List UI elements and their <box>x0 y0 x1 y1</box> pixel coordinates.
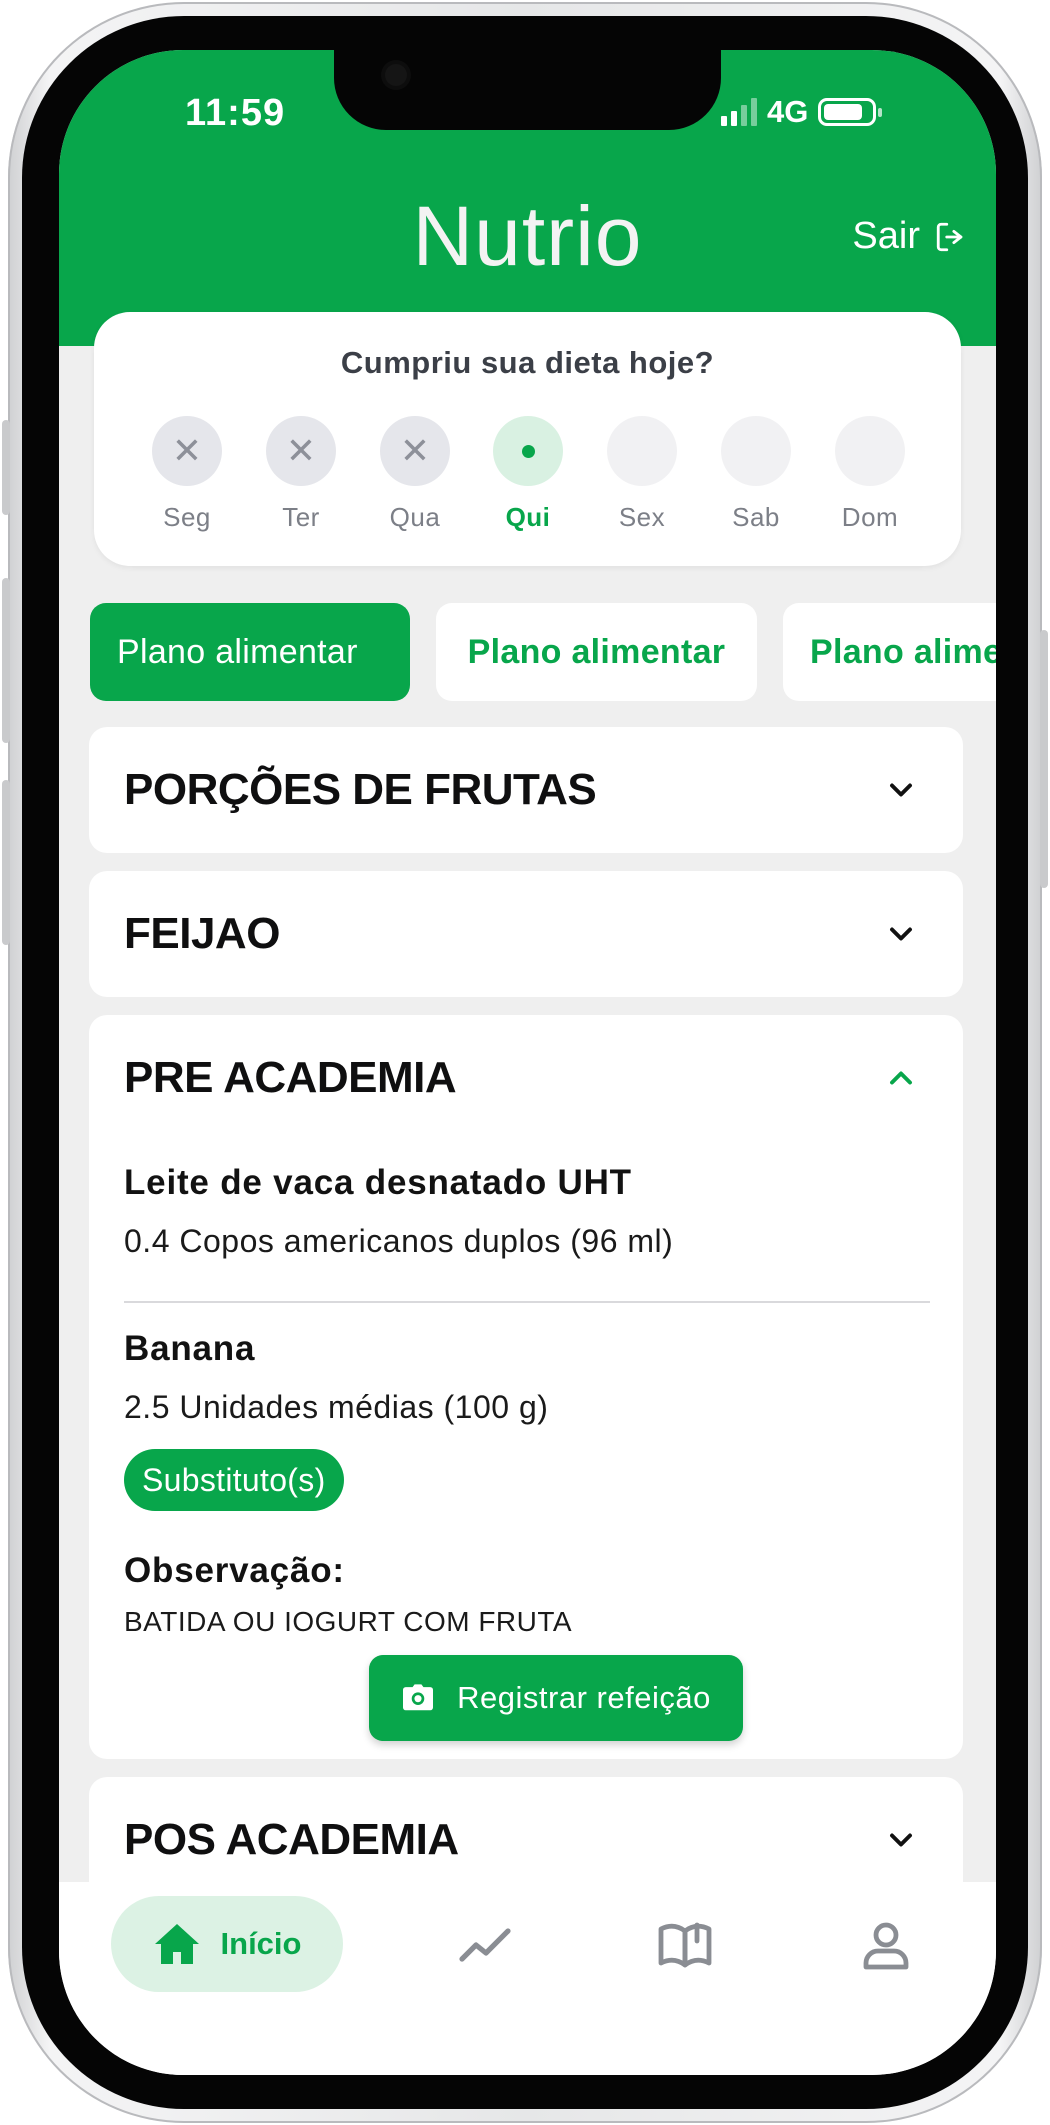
profile-icon[interactable] <box>858 1920 914 1970</box>
nav-home-label: Início <box>220 1926 302 1961</box>
section-title: PORÇÕES DE FRUTAS <box>124 765 597 814</box>
day-label: Sab <box>732 502 780 532</box>
missed-x-icon: ✕ <box>380 416 450 486</box>
substitutes-button[interactable]: Substituto(s) <box>124 1449 344 1511</box>
network-type: 4G <box>767 94 809 129</box>
nav-home[interactable]: Início <box>111 1896 343 1992</box>
section-title: FEIJAO <box>124 909 280 958</box>
front-camera <box>385 64 407 86</box>
meal-section-pre-academia: PRE ACADEMIA Leite de vaca desnatado UHT… <box>89 1015 963 1759</box>
day-label: Qui <box>505 502 551 532</box>
phone-side-button <box>2 578 10 743</box>
status-indicators: 4G <box>721 94 883 130</box>
day-label: Dom <box>841 502 899 532</box>
food-quantity: 0.4 Copos americanos duplos (96 ml) <box>124 1223 674 1259</box>
book-icon[interactable] <box>657 1920 713 1970</box>
day-tuesday[interactable]: ✕ Ter <box>265 416 337 533</box>
bottom-navigation: Início <box>59 1882 996 2075</box>
missed-x-icon: ✕ <box>266 416 336 486</box>
chevron-down-icon <box>890 927 912 941</box>
phone-side-button <box>1040 630 1048 888</box>
food-divider <box>124 1301 930 1303</box>
logout-label: Sair <box>852 215 920 257</box>
today-dot-icon <box>493 416 563 486</box>
day-label: Qua <box>389 502 441 532</box>
day-thursday[interactable]: Qui <box>492 416 564 533</box>
tab-plan-3[interactable]: Plano alimentar <box>783 603 996 701</box>
day-circle <box>835 416 905 486</box>
day-saturday[interactable]: Sab <box>720 416 792 533</box>
day-label: Seg <box>163 502 211 532</box>
app-screen: 11:59 4G Nutrio Sair Cumpriu sua dieta h… <box>59 50 996 2075</box>
status-time: 11:59 <box>185 92 286 134</box>
day-friday[interactable]: Sex <box>606 416 678 533</box>
register-meal-button[interactable]: Registrar refeição <box>369 1655 743 1741</box>
chevron-down-icon <box>890 1833 912 1847</box>
meal-section-frutas[interactable]: PORÇÕES DE FRUTAS <box>89 727 963 853</box>
missed-x-icon: ✕ <box>152 416 222 486</box>
section-title: POS ACADEMIA <box>124 1815 459 1864</box>
tab-plan-1[interactable]: Plano alimentar <box>90 603 410 701</box>
signal-icon <box>721 98 757 126</box>
diet-tracker-card: Cumpriu sua dieta hoje? ✕ Seg ✕ Ter ✕ Qu… <box>94 312 961 566</box>
observation-label: Observação: <box>124 1551 345 1590</box>
day-circle <box>607 416 677 486</box>
day-circle <box>721 416 791 486</box>
tab-plan-2[interactable]: Plano alimentar <box>436 603 757 701</box>
phone-side-button <box>2 780 10 945</box>
meal-section-feijao[interactable]: FEIJAO <box>89 871 963 997</box>
day-sunday[interactable]: Dom <box>834 416 906 533</box>
logout-icon <box>936 222 963 251</box>
section-title[interactable]: PRE ACADEMIA <box>124 1053 457 1103</box>
battery-icon <box>818 98 883 126</box>
food-name: Leite de vaca desnatado UHT <box>124 1163 632 1202</box>
observation-text: BATIDA OU IOGURT COM FRUTA <box>124 1606 573 1637</box>
phone-side-button <box>2 420 10 515</box>
chevron-down-icon <box>890 783 912 797</box>
camera-icon <box>403 1684 434 1711</box>
food-name: Banana <box>124 1329 256 1368</box>
day-wednesday[interactable]: ✕ Qua <box>379 416 451 533</box>
chart-trend-icon[interactable] <box>458 1920 514 1970</box>
day-label: Sex <box>618 502 666 532</box>
notch <box>334 50 721 130</box>
home-icon <box>154 1924 199 1964</box>
day-monday[interactable]: ✕ Seg <box>151 416 223 533</box>
diet-question: Cumpriu sua dieta hoje? <box>340 345 715 380</box>
chevron-up-icon[interactable] <box>883 1060 919 1096</box>
register-meal-label: Registrar refeição <box>457 1680 711 1715</box>
day-label: Ter <box>282 502 320 532</box>
food-quantity: 2.5 Unidades médias (100 g) <box>124 1389 549 1425</box>
logout-button[interactable]: Sair <box>852 215 968 258</box>
